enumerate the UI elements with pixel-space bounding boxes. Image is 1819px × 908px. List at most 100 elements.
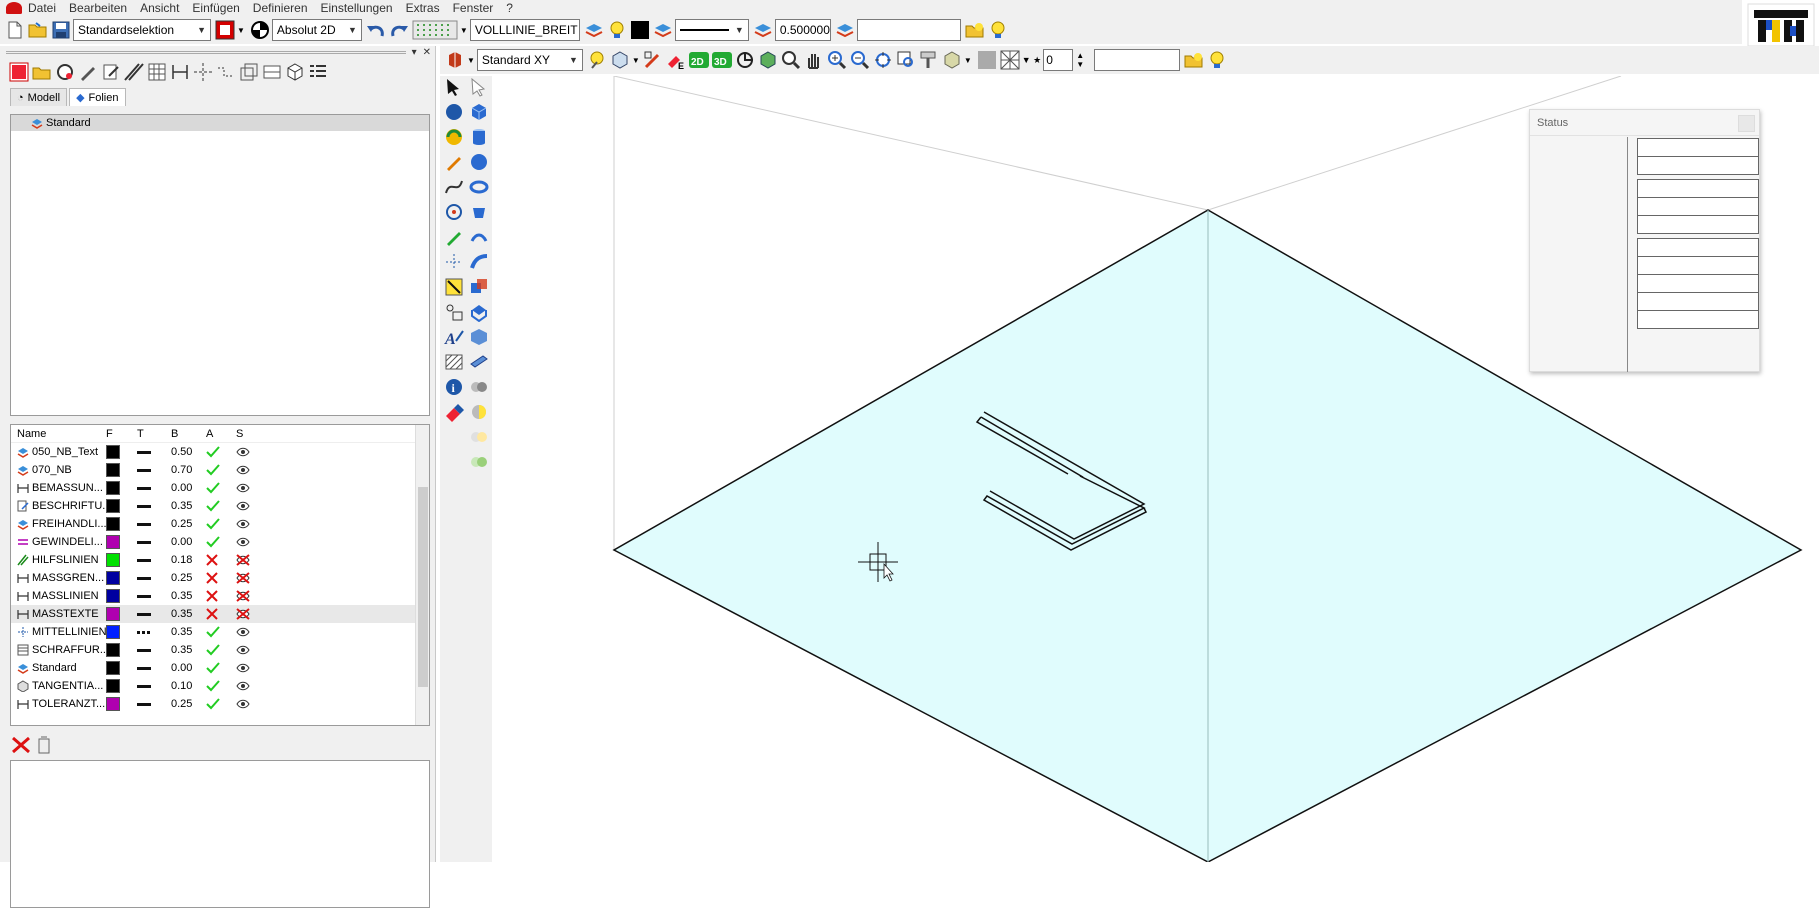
layer-row[interactable]: 070_NB 0.70 <box>11 461 429 479</box>
checkmark-icon[interactable] <box>206 536 236 548</box>
undo-icon[interactable] <box>365 19 387 41</box>
cylinder-icon[interactable] <box>468 126 490 148</box>
sweep-icon[interactable] <box>468 251 490 273</box>
layer-color-swatch[interactable] <box>106 535 120 549</box>
checkmark-icon[interactable] <box>206 644 236 656</box>
cube-outline-icon[interactable] <box>284 61 306 83</box>
gray-spheres-icon[interactable] <box>468 376 490 398</box>
number-field[interactable]: 0 <box>1043 49 1074 71</box>
eye-icon[interactable] <box>236 465 266 475</box>
layer-width[interactable]: 0.35 <box>171 608 206 620</box>
yellow-sphere-icon[interactable] <box>468 401 490 423</box>
eye-icon[interactable] <box>236 627 266 637</box>
model-tree-icon[interactable] <box>8 61 30 83</box>
rotate-view-icon[interactable] <box>734 49 756 71</box>
scrollbar-thumb[interactable] <box>418 487 428 687</box>
view-dropdown-icon[interactable]: ▼ <box>467 56 475 65</box>
layer-color-swatch[interactable] <box>106 481 120 495</box>
layer-linetype[interactable] <box>137 522 151 526</box>
layer-color-swatch[interactable] <box>106 517 120 531</box>
layer-color-swatch[interactable] <box>106 643 120 657</box>
view-3d-button[interactable]: 3D <box>711 49 733 71</box>
layer-stack-icon[interactable] <box>752 19 774 41</box>
layer-row[interactable]: MASSGREN... 0.25 <box>11 569 429 587</box>
open-folder-icon[interactable] <box>27 19 49 41</box>
layer-linetype[interactable] <box>137 612 151 616</box>
layer-color-swatch[interactable] <box>106 589 120 603</box>
layer-width[interactable]: 0.18 <box>171 554 206 566</box>
layer-width[interactable]: 0.00 <box>171 536 206 548</box>
torus-icon[interactable] <box>468 176 490 198</box>
menu-item[interactable]: ? <box>506 1 513 15</box>
tab-folien[interactable]: ◆ Folien <box>69 88 126 106</box>
checkmark-icon[interactable] <box>206 500 236 512</box>
layer-row[interactable]: MASSLINIEN 0.35 <box>11 587 429 605</box>
pencil-orange-icon[interactable] <box>443 151 465 173</box>
hatch-pen-icon[interactable] <box>123 61 145 83</box>
grid-toggle-icon[interactable] <box>411 19 459 41</box>
close-icon[interactable]: ✕ <box>423 47 431 58</box>
sphere-icon[interactable] <box>468 151 490 173</box>
extrude-icon[interactable] <box>468 301 490 323</box>
plate-icon[interactable] <box>468 351 490 373</box>
layer-linetype[interactable] <box>137 540 151 544</box>
menu-item[interactable]: Einstellungen <box>321 1 393 15</box>
line-style-select[interactable]: ▼ <box>674 19 749 41</box>
selection-mode-select[interactable]: Standardselektion ▼ <box>73 19 211 41</box>
layer-row[interactable]: FREIHANDLI... 0.25 <box>11 515 429 533</box>
col-b-header[interactable]: B <box>171 428 206 440</box>
pattern-dropdown-icon[interactable]: ▼ ★ <box>1022 55 1041 66</box>
number-spinner[interactable]: ▲ ▼ <box>1076 51 1084 69</box>
lightbulb-pin-icon[interactable] <box>586 49 608 71</box>
cross-icon[interactable] <box>206 554 236 566</box>
spline-tool-icon[interactable] <box>443 176 465 198</box>
layer-color-swatch[interactable] <box>106 679 120 693</box>
eye-icon[interactable] <box>236 501 266 511</box>
gray-fill-swatch[interactable] <box>976 49 998 71</box>
eye-icon[interactable] <box>236 681 266 691</box>
layer-width[interactable]: 0.00 <box>171 662 206 674</box>
crosshair-line-icon[interactable] <box>443 251 465 273</box>
layer-linetype[interactable] <box>137 558 151 562</box>
eye-icon[interactable] <box>236 447 266 457</box>
zoom-in-icon[interactable] <box>826 49 848 71</box>
status-close-button[interactable] <box>1738 115 1755 132</box>
layer-width[interactable]: 0.70 <box>171 464 206 476</box>
symbol-tool-icon[interactable] <box>443 301 465 323</box>
layer-linetype[interactable] <box>137 594 151 598</box>
dashed-line-icon[interactable] <box>215 61 237 83</box>
pen-red-icon[interactable] <box>642 49 664 71</box>
color-black-swatch[interactable] <box>629 19 651 41</box>
tree-node-standard[interactable]: Standard <box>11 115 429 131</box>
layer-color-swatch[interactable] <box>106 499 120 513</box>
layer-linetype[interactable] <box>137 630 151 634</box>
rotate-color-icon[interactable] <box>443 126 465 148</box>
col-t-header[interactable]: T <box>137 428 171 440</box>
layer-linetype[interactable] <box>137 702 151 706</box>
hatch-pattern-icon[interactable] <box>146 61 168 83</box>
panel-grip[interactable] <box>6 50 406 54</box>
layer-color-swatch[interactable] <box>106 607 120 621</box>
menu-item[interactable]: Bearbeiten <box>69 1 127 15</box>
layer-row[interactable]: Standard 0.00 <box>11 659 429 677</box>
cross-icon[interactable] <box>206 590 236 602</box>
lightbulb-icon[interactable] <box>1206 49 1228 71</box>
shaded-cube-icon[interactable] <box>757 49 779 71</box>
cross-icon[interactable] <box>206 608 236 620</box>
eye-icon[interactable] <box>236 663 266 673</box>
save-disk-icon[interactable] <box>50 19 72 41</box>
solid-block-icon[interactable] <box>468 326 490 348</box>
eraser-e-icon[interactable]: E <box>665 49 687 71</box>
eye-hidden-icon[interactable] <box>236 608 266 620</box>
text-tool-icon[interactable]: A <box>443 326 465 348</box>
layer-color-swatch[interactable] <box>106 445 120 459</box>
layer-width[interactable]: 0.35 <box>171 500 206 512</box>
view-cube-icon[interactable] <box>444 49 466 71</box>
zoom-out-icon[interactable] <box>849 49 871 71</box>
pin-icon[interactable]: ▾ <box>412 47 417 58</box>
pencil-icon[interactable] <box>77 61 99 83</box>
pan-hand-icon[interactable] <box>803 49 825 71</box>
select-arrow-outline-icon[interactable] <box>468 76 490 98</box>
layer-row[interactable]: TANGENTIA... 0.10 <box>11 677 429 695</box>
boolean-union-icon[interactable] <box>468 276 490 298</box>
